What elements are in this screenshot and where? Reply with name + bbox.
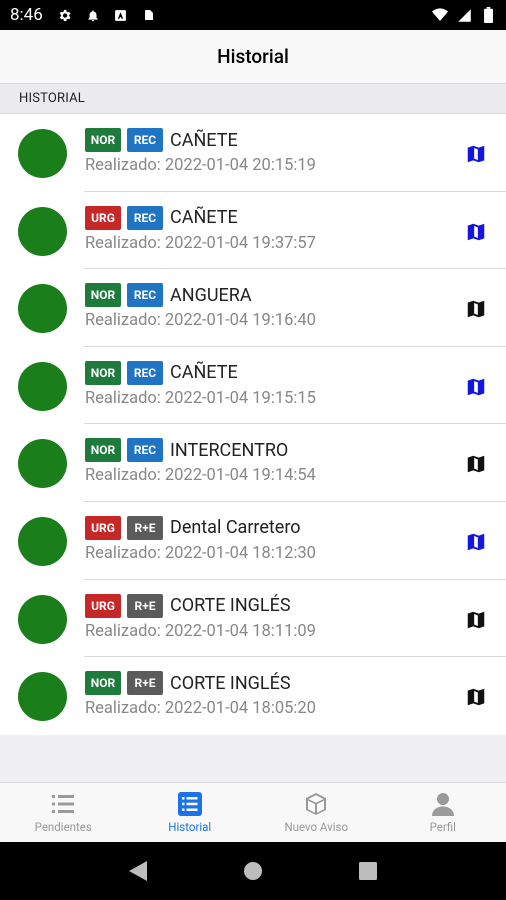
history-list: NOR REC CAÑETE Realizado: 2022-01-04 20:…: [0, 114, 506, 735]
item-header-line: NOR R+E CORTE INGLÉS: [85, 671, 291, 696]
status-dot: [18, 361, 67, 411]
status-dot: [18, 439, 67, 489]
tab-historial[interactable]: Historial: [127, 783, 254, 842]
system-nav-bar: [0, 842, 506, 900]
list-item[interactable]: URG R+E Dental Carretero Realizado: 2022…: [0, 502, 506, 580]
recents-nav-icon[interactable]: [356, 859, 380, 883]
status-time: 8:46: [10, 5, 43, 25]
item-title: CORTE INGLÉS: [170, 672, 291, 694]
priority-badge: URG: [85, 205, 121, 230]
tab-nuevo-aviso-label: Nuevo Aviso: [284, 820, 349, 834]
status-icons-right: [432, 7, 496, 23]
list-item[interactable]: NOR REC ANGUERA Realizado: 2022-01-04 19…: [0, 269, 506, 347]
item-subtitle: Realizado: 2022-01-04 19:37:57: [85, 233, 316, 253]
cube-icon: [303, 791, 329, 817]
settings-gear-icon: [57, 7, 73, 23]
tab-perfil-label: Perfil: [429, 820, 456, 834]
type-badge: REC: [127, 360, 163, 385]
list-item[interactable]: NOR REC CAÑETE Realizado: 2022-01-04 19:…: [0, 347, 506, 425]
type-badge: R+E: [127, 515, 163, 540]
status-dot: [18, 672, 67, 722]
item-title: CAÑETE: [170, 129, 238, 151]
list-item[interactable]: URG R+E CORTE INGLÉS Realizado: 2022-01-…: [0, 580, 506, 658]
list-box-icon: [177, 791, 203, 817]
item-header-line: URG REC CAÑETE: [85, 205, 238, 230]
map-icon[interactable]: [464, 297, 488, 321]
item-subtitle: Realizado: 2022-01-04 18:12:30: [85, 543, 316, 563]
status-dot: [18, 129, 67, 178]
status-dot: [18, 284, 67, 334]
item-title: CORTE INGLÉS: [170, 595, 291, 617]
home-nav-icon[interactable]: [241, 859, 265, 883]
section-label: HISTORIAL: [19, 91, 85, 106]
priority-badge: NOR: [85, 360, 121, 385]
item-header-line: NOR REC CAÑETE: [85, 128, 238, 152]
map-icon[interactable]: [464, 452, 488, 476]
map-icon[interactable]: [464, 608, 488, 632]
item-title: INTERCENTRO: [170, 439, 289, 461]
wifi-icon: [432, 7, 448, 23]
tab-pendientes-label: Pendientes: [34, 820, 92, 834]
item-subtitle: Realizado: 2022-01-04 19:14:54: [85, 466, 316, 486]
type-badge: R+E: [127, 593, 163, 618]
map-icon[interactable]: [464, 685, 488, 709]
map-icon[interactable]: [464, 142, 488, 166]
app-header: Historial: [0, 30, 506, 84]
item-subtitle: Realizado: 2022-01-04 18:05:20: [85, 699, 316, 719]
map-icon[interactable]: [464, 375, 488, 399]
status-dot: [18, 206, 67, 256]
map-icon[interactable]: [464, 220, 488, 244]
priority-badge: NOR: [85, 283, 121, 308]
status-bar: 8:46: [0, 0, 506, 30]
status-dot: [18, 594, 67, 644]
tab-nuevo-aviso[interactable]: Nuevo Aviso: [253, 783, 380, 842]
type-badge: REC: [127, 205, 163, 230]
item-subtitle: Realizado: 2022-01-04 19:15:15: [85, 388, 316, 408]
tab-pendientes[interactable]: Pendientes: [0, 783, 127, 842]
item-header-line: NOR REC CAÑETE: [85, 360, 238, 385]
person-icon: [430, 791, 456, 817]
list-item[interactable]: NOR R+E CORTE INGLÉS Realizado: 2022-01-…: [0, 657, 506, 735]
item-title: ANGUERA: [170, 284, 252, 306]
page-title: Historial: [217, 45, 289, 68]
type-badge: REC: [127, 128, 163, 152]
list-empty-area: [0, 735, 506, 782]
priority-badge: URG: [85, 593, 121, 618]
sd-card-icon: [141, 7, 157, 23]
section-header: HISTORIAL: [0, 84, 506, 114]
list-icon: [50, 791, 76, 817]
list-item[interactable]: NOR REC CAÑETE Realizado: 2022-01-04 20:…: [0, 114, 506, 192]
item-header-line: NOR REC INTERCENTRO: [85, 438, 289, 463]
priority-badge: URG: [85, 515, 121, 540]
item-title: Dental Carretero: [170, 517, 301, 539]
app-screen: 8:46 Historial HISTORIAL NOR REC CAÑETE …: [0, 0, 506, 900]
item-header-line: NOR REC ANGUERA: [85, 283, 252, 308]
item-title: CAÑETE: [170, 362, 238, 384]
app-a-icon: [113, 7, 129, 23]
bottom-tab-bar: Pendientes Historial Nuevo Aviso Perfil: [0, 782, 506, 842]
priority-badge: NOR: [85, 671, 121, 696]
item-header-line: URG R+E Dental Carretero: [85, 515, 301, 540]
priority-badge: NOR: [85, 438, 121, 463]
list-item[interactable]: NOR REC INTERCENTRO Realizado: 2022-01-0…: [0, 424, 506, 502]
map-icon[interactable]: [464, 530, 488, 554]
status-dot: [18, 516, 67, 566]
tab-perfil[interactable]: Perfil: [380, 783, 506, 842]
battery-icon: [480, 7, 496, 23]
notification-bell-icon: [85, 7, 101, 23]
back-nav-icon[interactable]: [126, 859, 150, 883]
type-badge: REC: [127, 438, 163, 463]
item-subtitle: Realizado: 2022-01-04 19:16:40: [85, 311, 316, 331]
priority-badge: NOR: [85, 128, 121, 152]
status-icons-left: [57, 7, 157, 23]
item-subtitle: Realizado: 2022-01-04 20:15:19: [85, 156, 316, 175]
list-item[interactable]: URG REC CAÑETE Realizado: 2022-01-04 19:…: [0, 192, 506, 270]
type-badge: REC: [127, 283, 163, 308]
item-header-line: URG R+E CORTE INGLÉS: [85, 593, 291, 618]
tab-historial-label: Historial: [168, 820, 212, 834]
signal-icon: [456, 7, 472, 23]
item-title: CAÑETE: [170, 207, 238, 229]
item-subtitle: Realizado: 2022-01-04 18:11:09: [85, 621, 316, 641]
type-badge: R+E: [127, 671, 163, 696]
